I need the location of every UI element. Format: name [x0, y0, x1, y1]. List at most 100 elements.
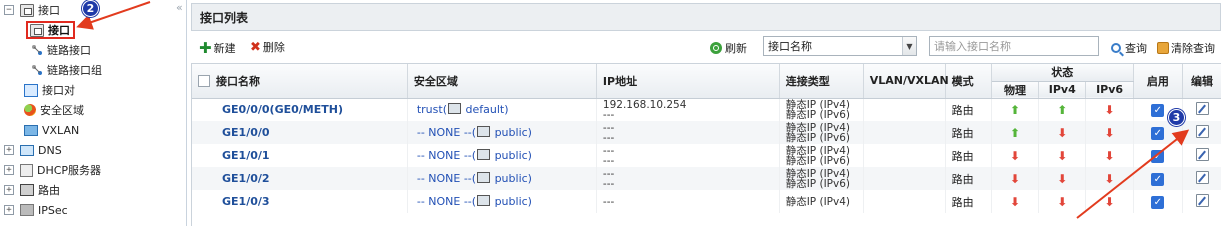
edit-icon[interactable]	[1195, 147, 1209, 161]
zone-name: -- NONE --(	[416, 149, 477, 162]
tree-node-interface-pair[interactable]: 接口对	[24, 81, 75, 99]
tree-node-link-interface[interactable]: 链路接口	[31, 41, 91, 59]
edit-cell	[1182, 190, 1221, 213]
enabled-checkbox[interactable]: ✓	[1151, 103, 1165, 117]
table-row[interactable]: GE1/0/0 -- NONE --( public) --- --- 静态IP (IP…	[192, 121, 1221, 144]
edit-icon[interactable]	[1195, 170, 1209, 184]
column-header-conn-type[interactable]: 连接类型	[779, 64, 864, 99]
collapse-tree-icon[interactable]: «	[176, 1, 183, 14]
tree-node-interface-group[interactable]: − 接口	[4, 1, 60, 19]
conn-type-ipv4: 静态IP (IPv4)	[785, 121, 850, 134]
zone-link[interactable]: -- NONE --( public)	[407, 167, 597, 190]
dns-icon	[20, 144, 34, 156]
vlan-cell	[863, 98, 946, 121]
ipv6-status-cell: ⬇	[1085, 121, 1134, 144]
table-row[interactable]: GE1/0/3 -- NONE --( public) --- 静态IP (IPv4)…	[192, 190, 1221, 213]
tree-node-dns[interactable]: + DNS	[4, 141, 62, 159]
status-down-icon: ⬇	[1009, 194, 1021, 209]
edit-cell	[1182, 144, 1221, 167]
clear-query-button[interactable]: 清除查询	[1157, 40, 1215, 56]
chevron-down-icon[interactable]: ▼	[902, 37, 916, 55]
expand-node-icon[interactable]: +	[4, 145, 14, 155]
column-header-mode[interactable]: 模式	[945, 64, 992, 99]
refresh-button[interactable]: 刷新	[710, 40, 747, 56]
tree-node-security-zone[interactable]: 安全区域	[24, 101, 84, 119]
enabled-checkbox[interactable]: ✓	[1151, 126, 1165, 140]
ipsec-icon	[20, 204, 34, 216]
conn-type-ipv6: 静态IP (IPv6)	[785, 131, 850, 144]
interface-folder-icon	[20, 3, 34, 17]
tree-node-dhcp-server[interactable]: + DHCP服务器	[4, 161, 101, 179]
zone-icon	[448, 103, 461, 115]
dhcp-icon	[20, 163, 33, 177]
security-zone-icon	[24, 104, 36, 116]
zone-link[interactable]: -- NONE --( public)	[407, 121, 597, 144]
annotation-badge-2: 2	[82, 0, 99, 17]
delete-button-label: 删除	[262, 41, 285, 54]
interface-name-link[interactable]: GE1/0/1	[192, 144, 408, 167]
ipv6-status-cell: ⬇	[1085, 167, 1134, 190]
link-interface-icon	[31, 44, 43, 56]
interface-name-link[interactable]: GE0/0/0(GE0/METH)	[192, 98, 408, 121]
zone-link[interactable]: -- NONE --( public)	[407, 190, 597, 213]
new-button-label: 新建	[213, 42, 236, 55]
zone-link[interactable]: -- NONE --( public)	[407, 144, 597, 167]
tree-node-routing[interactable]: + 路由	[4, 181, 60, 199]
ipv4-status-cell: ⬇	[1038, 190, 1087, 213]
panel-title: 接口列表	[191, 3, 1221, 31]
ip-address-cell: --- ---	[596, 121, 780, 144]
search-field-select[interactable]: 接口名称 ▼	[763, 36, 917, 56]
column-header-zone[interactable]: 安全区域	[407, 64, 597, 99]
delete-button[interactable]: ✖ 删除	[250, 39, 285, 55]
status-up-icon: ⬆	[1009, 102, 1021, 117]
expand-node-icon[interactable]: +	[4, 185, 14, 195]
column-header-name[interactable]: 接口名称	[192, 64, 408, 99]
physical-status-cell: ⬇	[991, 190, 1040, 213]
conn-type-cell: 静态IP (IPv4) 静态IP (IPv6)	[779, 121, 864, 144]
enabled-checkbox[interactable]: ✓	[1151, 172, 1165, 186]
enabled-checkbox[interactable]: ✓	[1151, 149, 1165, 163]
query-button[interactable]: 查询	[1111, 40, 1147, 56]
tree-node-ipsec[interactable]: + IPSec	[4, 201, 68, 219]
search-input[interactable]	[929, 36, 1099, 56]
plus-icon: ✚	[199, 39, 212, 57]
column-header-enabled[interactable]: 启用	[1133, 64, 1184, 99]
enabled-cell: ✓	[1133, 167, 1184, 190]
select-all-checkbox[interactable]	[198, 74, 210, 87]
edit-icon[interactable]	[1195, 124, 1209, 138]
ipv6-status-cell: ⬇	[1085, 98, 1134, 121]
zone-link[interactable]: trust( default)	[407, 98, 597, 121]
ipv4-address: 192.168.10.254	[602, 98, 687, 111]
column-header-edit: 编辑	[1182, 64, 1221, 99]
table-row[interactable]: GE1/0/1 -- NONE --( public) --- --- 静态IP (IP…	[192, 144, 1221, 167]
expand-node-icon[interactable]: +	[4, 205, 14, 215]
interface-name-link[interactable]: GE1/0/2	[192, 167, 408, 190]
column-header-ip[interactable]: IP地址	[596, 64, 780, 99]
status-down-icon: ⬇	[1104, 148, 1115, 163]
interface-name-link[interactable]: GE1/0/3	[192, 190, 408, 213]
status-down-icon: ⬇	[1057, 148, 1068, 163]
expand-node-icon[interactable]: +	[4, 165, 14, 175]
edit-cell	[1182, 121, 1221, 144]
vsys-name: public)	[494, 126, 532, 139]
new-button[interactable]: ✚ 新建	[199, 39, 236, 57]
edit-icon[interactable]	[1195, 101, 1209, 115]
tree-node-interface-selected[interactable]: 接口	[26, 21, 75, 39]
tree-node-link-interface-group[interactable]: 链路接口组	[31, 61, 102, 79]
table-row[interactable]: GE0/0/0(GE0/METH) trust( default) 192.168.…	[192, 98, 1221, 121]
enabled-checkbox[interactable]: ✓	[1151, 195, 1165, 209]
table-row[interactable]: GE1/0/2 -- NONE --( public) --- --- 静态IP (IP…	[192, 167, 1221, 190]
clear-icon	[1157, 42, 1169, 54]
ipv4-address: ---	[602, 195, 615, 208]
collapse-node-icon[interactable]: −	[4, 5, 14, 15]
physical-status-cell: ⬆	[991, 98, 1040, 121]
tree-node-label: VXLAN	[42, 123, 80, 137]
interface-name-link[interactable]: GE1/0/0	[192, 121, 408, 144]
tree-node-vxlan[interactable]: VXLAN	[24, 121, 79, 139]
column-header-vlan[interactable]: VLAN/VXLAN	[863, 64, 949, 99]
edit-icon[interactable]	[1195, 193, 1209, 207]
status-down-icon: ⬇	[1057, 194, 1068, 209]
ip-address-cell: --- ---	[596, 144, 780, 167]
zone-icon	[477, 149, 491, 160]
conn-type-ipv6: 静态IP (IPv6)	[785, 177, 850, 190]
